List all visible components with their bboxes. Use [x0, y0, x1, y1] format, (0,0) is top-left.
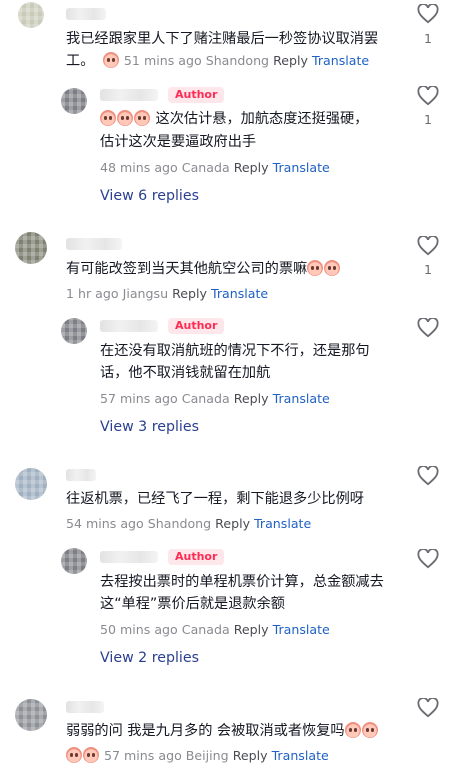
reply-text: 估计这次是要逼政府出手: [100, 134, 257, 150]
avatar[interactable]: [61, 318, 87, 344]
sticker-emoji: [83, 747, 99, 763]
like-heart-icon[interactable]: [417, 86, 439, 106]
username[interactable]: [100, 551, 158, 563]
comment-meta: 57 mins ago Beijing Reply Translate: [66, 747, 329, 764]
comment-text: 我已经跟家里人下了赌注赌最后一秒签协议取消罢: [66, 31, 379, 47]
comment-text: 往返机票，已经飞了一程，剩下能退多少比例呀: [66, 491, 364, 507]
comment-text: 工。 51 mins ago Shandong Reply Translate: [66, 52, 370, 69]
username[interactable]: [100, 89, 158, 101]
reply-meta: 50 mins ago Canada Reply Translate: [100, 622, 330, 637]
username[interactable]: [66, 469, 96, 481]
reply-meta: 57 mins ago Canada Reply Translate: [100, 391, 330, 406]
avatar[interactable]: [15, 468, 47, 500]
translate-button[interactable]: Translate: [273, 160, 330, 175]
like-heart-icon[interactable]: [417, 549, 439, 569]
username[interactable]: [66, 8, 106, 20]
sticker-emoji: [66, 747, 82, 763]
translate-button[interactable]: Translate: [273, 622, 330, 637]
sticker-emoji: [134, 110, 150, 126]
comment-meta: 1 hr ago Jiangsu Reply Translate: [66, 286, 269, 301]
view-replies-button[interactable]: View 2 replies: [100, 650, 199, 666]
like-heart-icon[interactable]: [417, 466, 439, 486]
username[interactable]: [100, 320, 158, 332]
avatar[interactable]: [61, 88, 87, 114]
sticker-emoji: [307, 260, 324, 276]
author-badge: Author: [168, 87, 225, 103]
username[interactable]: [66, 238, 122, 250]
reply-text: 去程按出票时的单程机票价计算，总金额减去: [100, 574, 384, 590]
reply-button[interactable]: Reply: [273, 53, 308, 68]
reply-text: 这次估计悬，加航态度还挺强硬，: [100, 108, 368, 130]
translate-button[interactable]: Translate: [272, 748, 329, 763]
translate-button[interactable]: Translate: [254, 516, 311, 531]
like-count: 1: [423, 31, 432, 46]
translate-button[interactable]: Translate: [211, 286, 268, 301]
sticker-emoji: [361, 722, 378, 738]
sticker-emoji: [324, 260, 341, 276]
avatar[interactable]: [15, 699, 47, 731]
comment-meta: 54 mins ago Shandong Reply Translate: [66, 516, 312, 531]
reply-button[interactable]: Reply: [215, 516, 250, 531]
reply-button[interactable]: Reply: [233, 748, 268, 763]
reply-button[interactable]: Reply: [234, 391, 269, 406]
sticker-emoji: [117, 110, 133, 126]
like-heart-icon[interactable]: [417, 698, 439, 718]
sticker-emoji: [100, 110, 116, 126]
translate-button[interactable]: Translate: [312, 53, 369, 68]
like-heart-icon[interactable]: [417, 4, 439, 24]
translate-button[interactable]: Translate: [273, 391, 330, 406]
view-replies-button[interactable]: View 6 replies: [100, 188, 199, 204]
avatar[interactable]: [18, 2, 44, 28]
like-count: 1: [423, 262, 432, 277]
reply-text: 话，他不取消钱就留在加航: [100, 365, 271, 381]
like-heart-icon[interactable]: [417, 236, 439, 256]
author-badge: Author: [168, 549, 225, 565]
username[interactable]: [66, 701, 104, 713]
avatar[interactable]: [61, 548, 87, 574]
reply-meta: 48 mins ago Canada Reply Translate: [100, 160, 330, 175]
reply-text: 这“单程”票价后就是退款余额: [100, 596, 285, 612]
like-heart-icon[interactable]: [417, 318, 439, 338]
like-count: 1: [423, 112, 432, 127]
sticker-emoji: [102, 52, 119, 68]
reply-button[interactable]: Reply: [172, 286, 207, 301]
comment-meta: 51 mins ago Shandong Reply Translate: [102, 52, 369, 68]
avatar[interactable]: [15, 232, 47, 264]
sticker-emoji: [344, 722, 361, 738]
comment-text: 弱弱的问 我是九月多的 会被取消或者恢复吗: [66, 720, 379, 742]
reply-button[interactable]: Reply: [234, 160, 269, 175]
reply-button[interactable]: Reply: [234, 622, 269, 637]
reply-text: 在还没有取消航班的情况下不行，还是那句: [100, 343, 370, 359]
author-badge: Author: [168, 318, 225, 334]
view-replies-button[interactable]: View 3 replies: [100, 419, 199, 435]
comment-text: 有可能改签到当天其他航空公司的票嘛: [66, 258, 341, 280]
